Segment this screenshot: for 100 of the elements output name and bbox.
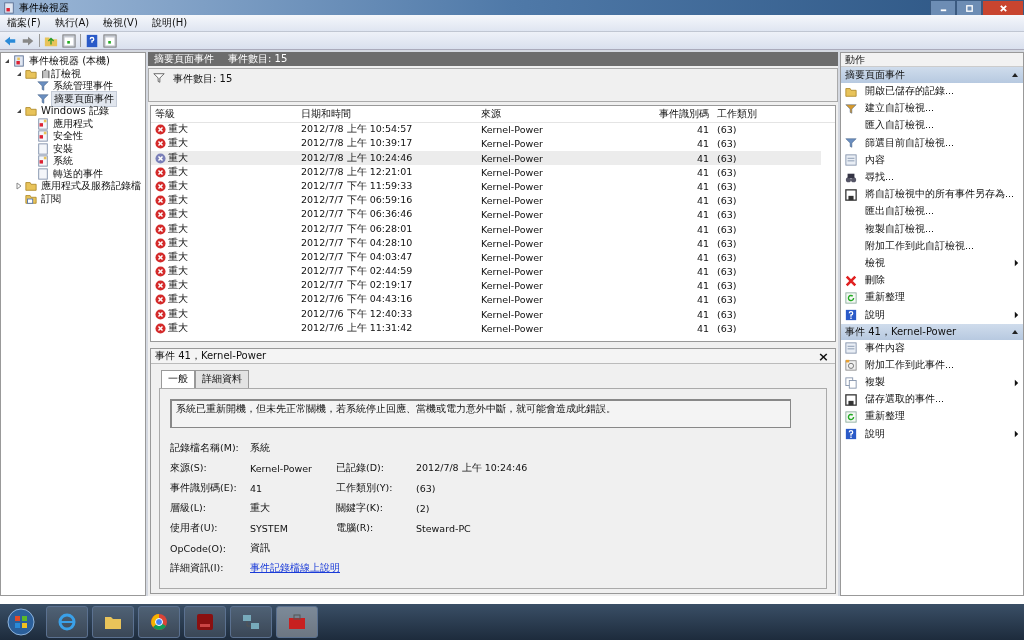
menu-item[interactable]: 檢視(V) xyxy=(103,16,138,30)
start-button[interactable] xyxy=(6,607,36,637)
error-icon xyxy=(155,294,166,306)
action-item[interactable]: 說明 xyxy=(865,427,885,441)
action-item[interactable]: 附加工作到此事件... xyxy=(865,358,955,372)
table-row[interactable]: 重大 2012/7/7 下午 06:36:46 Kernel-Power 41 (63) xyxy=(151,207,821,222)
collapse-icon[interactable] xyxy=(15,107,23,116)
tree-item[interactable]: 安裝 xyxy=(51,141,75,156)
taskbar-button[interactable] xyxy=(92,606,134,638)
pane-icon[interactable] xyxy=(62,33,76,48)
action-item[interactable]: 匯入自訂檢視... xyxy=(865,119,935,133)
collapse-icon[interactable] xyxy=(3,57,11,66)
tree-item[interactable]: 應用程式及服務記錄檔 xyxy=(39,179,143,194)
action-item[interactable]: 複製 xyxy=(865,376,885,390)
table-row[interactable]: 重大 2012/7/6 上午 11:31:42 Kernel-Power 41 (63) xyxy=(151,321,821,336)
action-item[interactable]: 篩選目前自訂檢視... xyxy=(865,136,955,150)
table-row[interactable]: 重大 2012/7/8 上午 10:24:46 Kernel-Power 41 (63) xyxy=(151,151,821,166)
table-cell: 重大 xyxy=(168,321,188,335)
window-title: 事件檢視器 xyxy=(19,0,69,15)
tree-item[interactable]: 訂閱 xyxy=(39,191,63,206)
action-item[interactable]: 儲存選取的事件... xyxy=(865,393,945,407)
table-cell-text: (63) xyxy=(716,124,738,136)
action-item[interactable]: 將自訂檢視中的所有事件另存為... xyxy=(865,188,1015,202)
taskbar-button[interactable] xyxy=(138,606,180,638)
action-item[interactable]: 檢視 xyxy=(865,256,885,270)
error-icon xyxy=(155,124,166,136)
column-header[interactable]: 事件識別碼 xyxy=(627,108,713,122)
field-value: 重大 xyxy=(250,501,271,515)
table-row[interactable]: 重大 2012/7/7 下午 04:28:10 Kernel-Power 41 (63) xyxy=(151,236,821,251)
help-link[interactable]: 事件記錄檔線上說明 xyxy=(250,561,340,573)
tree-item[interactable]: 應用程式 xyxy=(51,116,95,131)
table-cell-text: 41 xyxy=(695,294,710,306)
action-item[interactable]: 開啟已儲存的記錄... xyxy=(865,85,955,99)
action-item[interactable]: 說明 xyxy=(865,308,885,322)
task-icon xyxy=(845,359,857,372)
table-row[interactable]: 重大 2012/7/6 下午 04:43:16 Kernel-Power 41 (63) xyxy=(151,292,821,308)
table-cell-text: 2012/7/8 上午 10:54:57 xyxy=(300,123,414,137)
section-header[interactable]: 摘要頁面事件 xyxy=(841,67,1023,83)
table-row[interactable]: 重大 2012/7/8 上午 12:21:01 Kernel-Power 41 (63) xyxy=(151,165,821,180)
column-header[interactable]: 等級 xyxy=(151,108,297,122)
table-row[interactable]: 重大 2012/7/7 下午 04:03:47 Kernel-Power 41 (63) xyxy=(151,250,821,265)
action-item[interactable]: 刪除 xyxy=(865,274,885,288)
action-item[interactable]: 建立自訂檢視... xyxy=(865,102,935,116)
help-icon[interactable] xyxy=(85,33,99,48)
close-button[interactable] xyxy=(982,0,1024,16)
close-button[interactable]: × xyxy=(818,348,829,364)
table-row[interactable]: 重大 2012/7/7 下午 02:19:17 Kernel-Power 41 (63) xyxy=(151,278,821,293)
folder-icon xyxy=(25,67,37,80)
column-header[interactable]: 來源 xyxy=(477,108,627,122)
error-icon xyxy=(155,237,166,249)
tree-item[interactable]: 事件檢視器 (本機) xyxy=(27,54,112,69)
table-row[interactable]: 重大 2012/7/6 下午 12:40:33 Kernel-Power 41 (63) xyxy=(151,307,821,322)
menu-item[interactable]: 說明(H) xyxy=(151,16,188,30)
tree-item[interactable]: 轉送的事件 xyxy=(51,166,105,181)
detail-title: 事件 41，Kernel-Power xyxy=(155,349,267,363)
collapse-icon[interactable] xyxy=(1011,71,1019,79)
folder-icon xyxy=(845,85,857,98)
tree-item[interactable]: 系統 xyxy=(51,154,75,169)
pane-icon[interactable] xyxy=(103,33,117,48)
menu-item[interactable]: 執行(A) xyxy=(54,16,90,30)
table-cell-text: 41 xyxy=(695,166,710,178)
column-header[interactable]: 日期和時間 xyxy=(297,108,477,122)
tab[interactable]: 詳細資料 xyxy=(195,370,249,388)
action-item[interactable]: 重新整理 xyxy=(865,291,905,305)
menu-item[interactable]: 檔案(F) xyxy=(7,16,41,30)
table-row[interactable]: 重大 2012/7/7 下午 06:28:01 Kernel-Power 41 (63) xyxy=(151,221,821,237)
table-row[interactable]: 重大 2012/7/8 上午 10:54:57 Kernel-Power 41 (63) xyxy=(151,122,821,137)
action-item[interactable]: 重新整理 xyxy=(865,410,905,424)
action-item[interactable]: 事件內容 xyxy=(865,341,905,355)
table-row[interactable]: 重大 2012/7/7 下午 06:59:16 Kernel-Power 41 (63) xyxy=(151,193,821,208)
table-cell: 重大 xyxy=(168,137,188,151)
filter-icon xyxy=(37,92,49,105)
taskbar-button[interactable] xyxy=(46,606,88,638)
expand-icon[interactable] xyxy=(15,182,23,191)
action-item[interactable]: 內容 xyxy=(865,153,885,167)
action-item[interactable]: 附加工作到此自訂檢視... xyxy=(865,239,975,253)
column-header[interactable]: 工作類別 xyxy=(713,108,813,122)
tree-item[interactable]: 摘要頁面事件 xyxy=(51,90,117,107)
tree-item[interactable]: 自訂檢視 xyxy=(39,66,83,81)
tree-item[interactable]: 安全性 xyxy=(51,129,85,144)
section-header[interactable]: 事件 41，Kernel-Power xyxy=(841,323,1023,340)
action-item[interactable]: 匯出自訂檢視... xyxy=(865,205,935,219)
field-value: 資訊 xyxy=(250,541,271,555)
minimize-button[interactable] xyxy=(930,0,956,16)
tree-item[interactable]: Windows 記錄 xyxy=(39,104,111,119)
action-item[interactable]: 尋找... xyxy=(865,171,895,185)
field-label: 工作類別(Y): xyxy=(336,481,394,495)
filter-icon xyxy=(845,137,857,150)
table-cell-text: (63) xyxy=(716,152,738,164)
table-row[interactable]: 重大 2012/7/8 上午 10:39:17 Kernel-Power 41 (63) xyxy=(151,136,821,151)
table-row[interactable]: 重大 2012/7/7 下午 11:59:33 Kernel-Power 41 (63) xyxy=(151,179,821,194)
table-cell-text: Kernel-Power xyxy=(480,209,544,221)
maximize-button[interactable] xyxy=(956,0,982,16)
taskbar-button[interactable] xyxy=(230,606,272,638)
table-row[interactable]: 重大 2012/7/7 下午 02:44:59 Kernel-Power 41 (63) xyxy=(151,264,821,279)
close-icon xyxy=(998,3,1008,13)
field-label: 記錄檔名稱(M): xyxy=(170,441,240,455)
action-item[interactable]: 複製自訂檢視... xyxy=(865,222,935,236)
table-cell-text: 41 xyxy=(695,209,710,221)
field-label: 關鍵字(K): xyxy=(336,501,384,515)
